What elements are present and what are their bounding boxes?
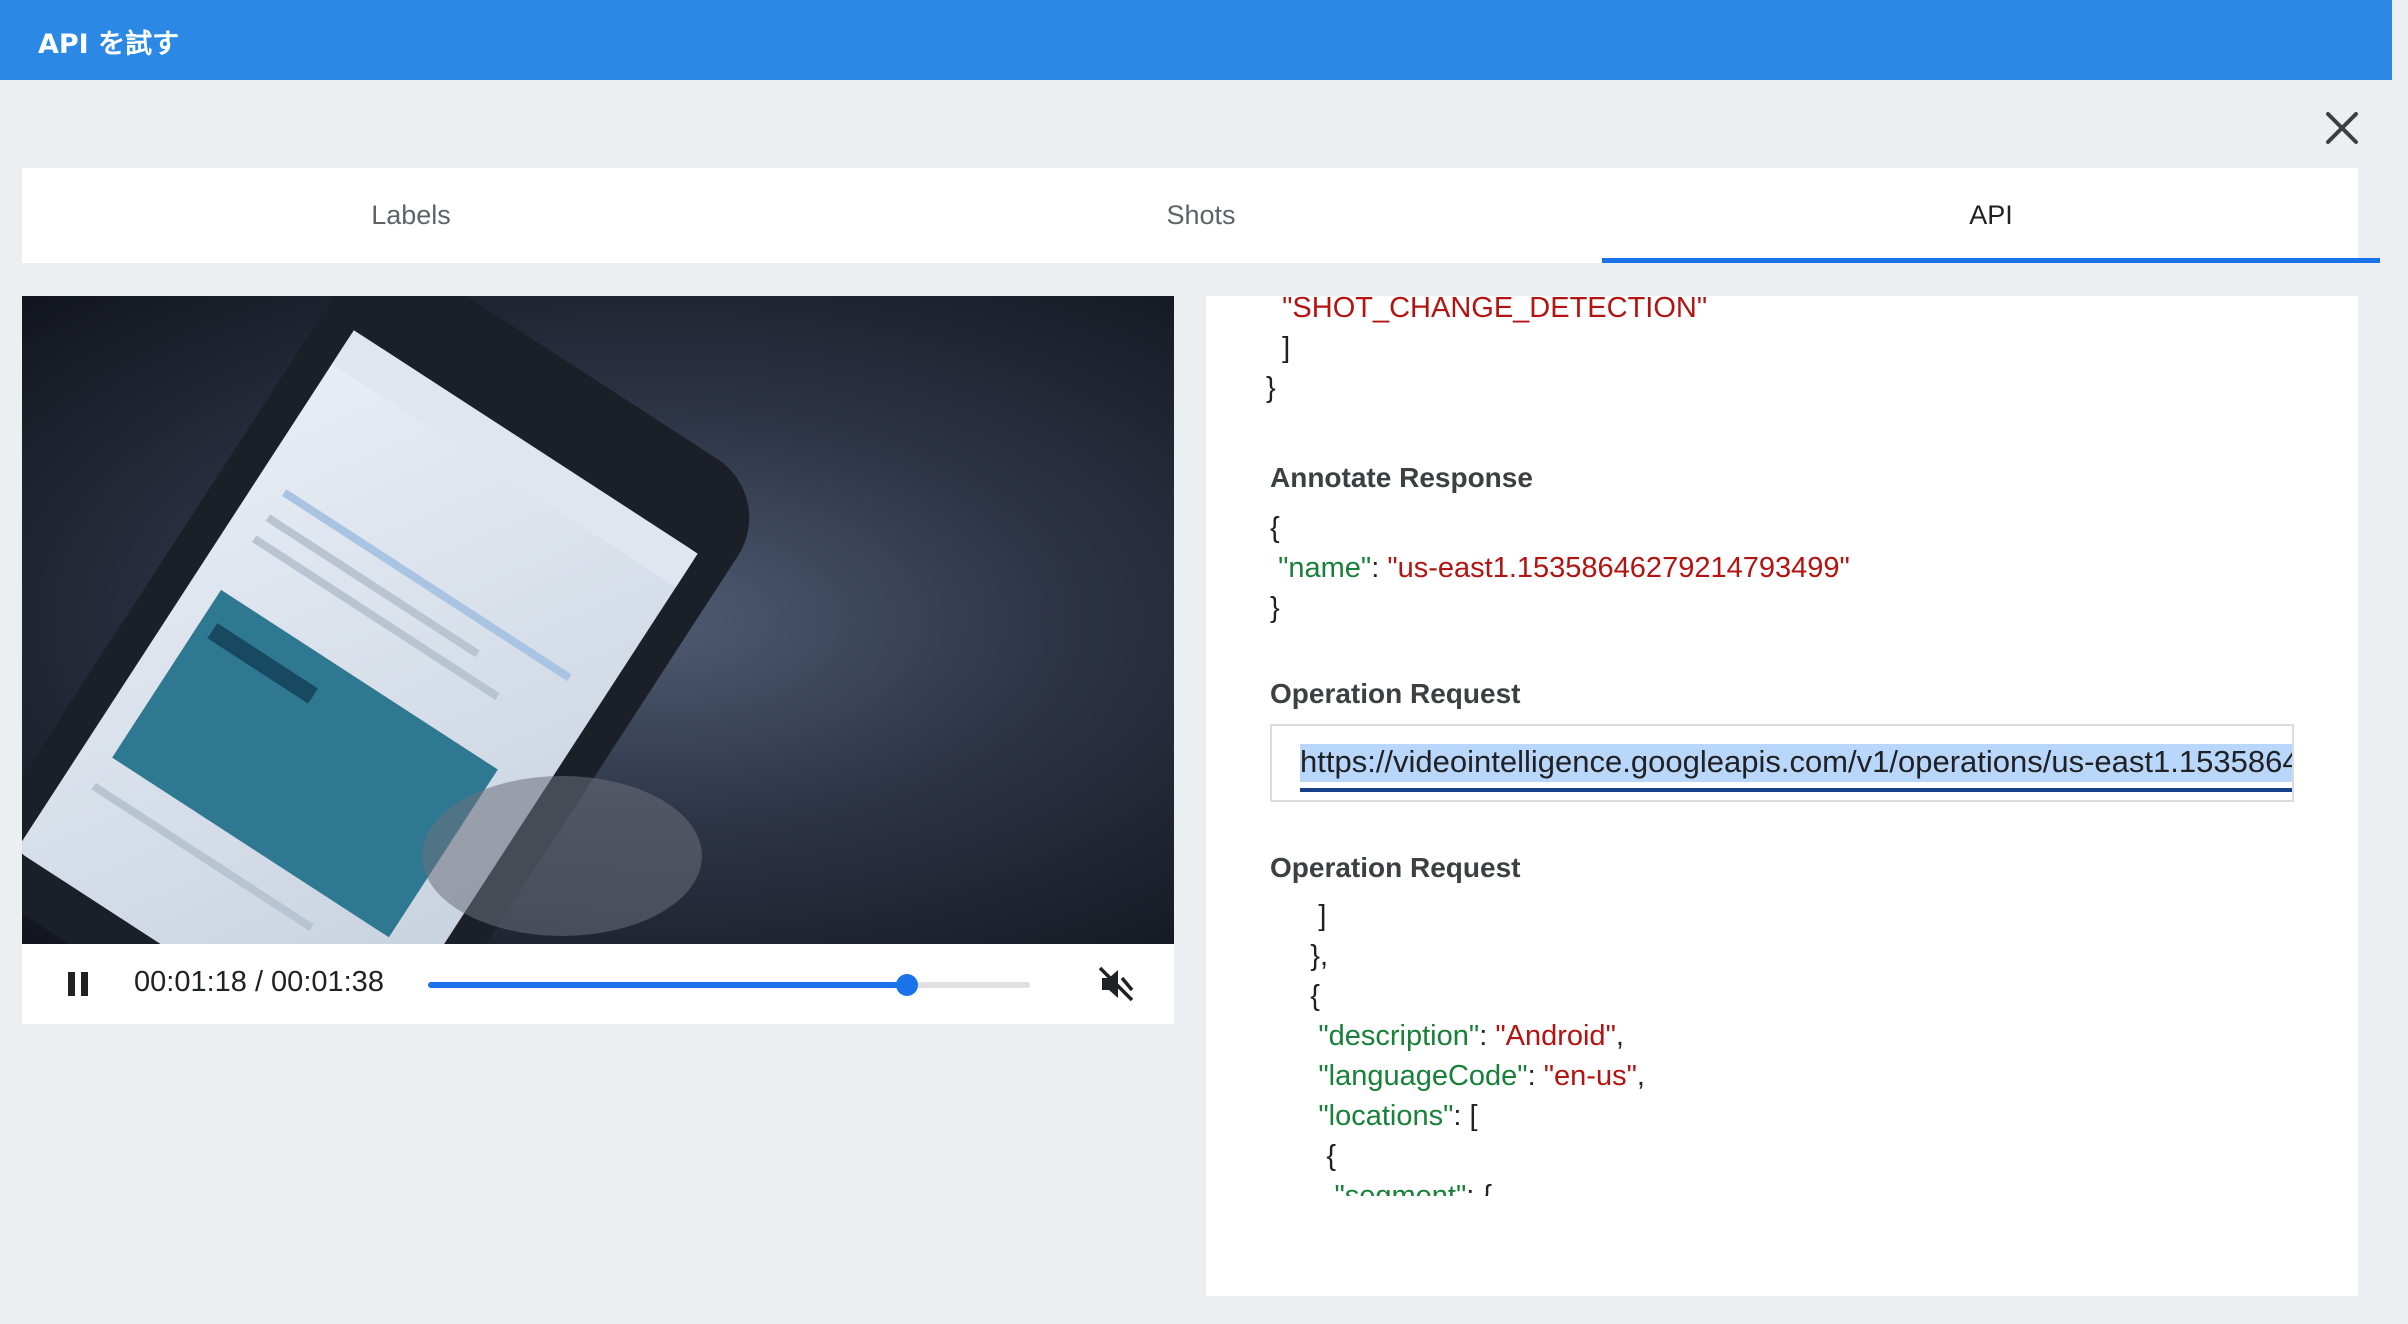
page-title: API を試す: [38, 29, 180, 60]
active-tab-indicator: [1602, 258, 2380, 263]
json-brace: {: [1310, 980, 1320, 1012]
tab-bar: Labels Shots API: [22, 168, 2380, 263]
operation-url-field[interactable]: https://videointelligence.googleapis.com…: [1270, 724, 2294, 802]
json-string: "us-east1.15358646279214793499": [1387, 552, 1850, 584]
json-brace: },: [1310, 940, 1329, 972]
tab-labels[interactable]: Labels: [22, 168, 800, 263]
time-display: 00:01:18 / 00:01:38: [134, 966, 384, 998]
json-brace: {: [1270, 512, 1280, 544]
close-icon: [2326, 112, 2358, 144]
json-key: "locations": [1318, 1100, 1454, 1132]
video-still-image: [22, 296, 750, 944]
seek-bar[interactable]: [428, 974, 1030, 996]
json-key: "description": [1318, 1020, 1480, 1052]
video-frame[interactable]: [22, 296, 1174, 944]
annotate-response-json: { "name": "us-east1.15358646279214793499…: [1270, 512, 1850, 624]
seek-handle[interactable]: [896, 974, 919, 996]
tab-api[interactable]: API: [1602, 168, 2380, 263]
json-string: "en-us": [1543, 1060, 1637, 1092]
json-bracket: ]: [1282, 332, 1291, 364]
video-controls: 00:01:18 / 00:01:38: [22, 944, 1174, 1024]
json-bracket: ]: [1318, 900, 1327, 932]
operation-response-scroll[interactable]: ] }, { "description": "Android", "langua…: [1206, 896, 2358, 1196]
volume-off-icon: [1098, 966, 1134, 1002]
json-string: "SHOT_CHANGE_DETECTION": [1282, 292, 1708, 324]
tab-labels-label: Labels: [371, 200, 451, 230]
mute-button[interactable]: [1096, 964, 1136, 1004]
tab-api-label: API: [1969, 200, 2013, 230]
tab-shots-label: Shots: [1166, 200, 1236, 230]
seek-progress: [428, 982, 908, 988]
tab-shots[interactable]: Shots: [812, 168, 1590, 263]
json-key: "segment": [1334, 1180, 1467, 1196]
json-key: "languageCode": [1318, 1060, 1528, 1092]
json-brace: {: [1482, 1180, 1493, 1196]
annotate-response-title: Annotate Response: [1270, 462, 1533, 493]
json-key: "name": [1278, 552, 1372, 584]
api-panel: "SHOT_CHANGE_DETECTION" ] } Annotate Res…: [1206, 292, 2358, 1296]
request-json-tail: "SHOT_CHANGE_DETECTION" ] }: [1266, 288, 1707, 408]
operation-response-json: ] }, { "description": "Android", "langua…: [1270, 896, 1645, 1196]
json-brace: {: [1326, 1140, 1337, 1172]
url-field-underline: [1300, 788, 2292, 792]
operation-request-title: Operation Request: [1270, 678, 1521, 709]
pause-button[interactable]: [62, 968, 94, 1000]
operation-response-title: Operation Request: [1270, 852, 1521, 883]
app-header: API を試す: [0, 0, 2392, 80]
pause-icon: [68, 972, 88, 996]
operation-url-text: https://videointelligence.googleapis.com…: [1300, 744, 2292, 782]
json-bracket: [: [1469, 1100, 1478, 1132]
json-brace: }: [1266, 372, 1276, 404]
json-brace: }: [1270, 592, 1280, 624]
json-string: "Android": [1495, 1020, 1616, 1052]
close-button[interactable]: [2322, 108, 2362, 148]
